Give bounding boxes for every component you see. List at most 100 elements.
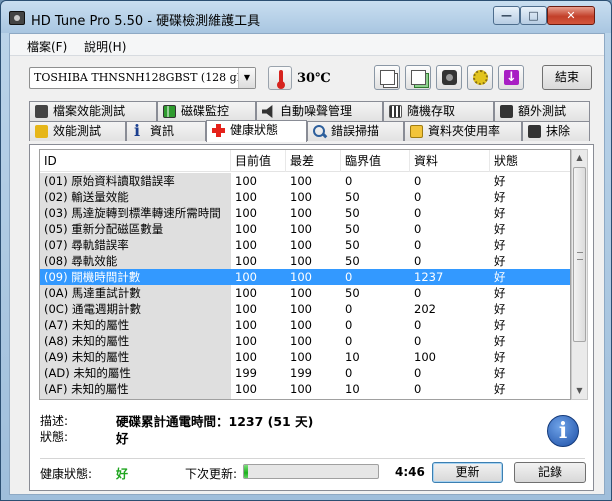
column-header-data[interactable]: 資料 bbox=[410, 150, 490, 172]
refresh-button[interactable]: 更新 bbox=[432, 462, 503, 483]
column-header-id[interactable]: ID bbox=[40, 150, 231, 172]
cell-attribute: (09) 開機時間計數 bbox=[44, 270, 141, 284]
cell-data: 0 bbox=[414, 366, 422, 380]
tab-noise-management[interactable]: 自動噪聲管理 bbox=[256, 101, 383, 121]
tab-random-access[interactable]: 隨機存取 bbox=[383, 101, 494, 121]
cell-data: 1237 bbox=[414, 270, 444, 284]
drive-select[interactable]: TOSHIBA THNSNH128GBST (128 gB) ▼ bbox=[29, 67, 256, 89]
scroll-up-icon[interactable]: ▲ bbox=[572, 150, 587, 166]
cell-worst: 100 bbox=[290, 286, 312, 300]
cell-threshold: 50 bbox=[345, 238, 360, 252]
cell-attribute: (0C) 通電週期計數 bbox=[40, 301, 231, 317]
exit-button[interactable]: 結束 bbox=[542, 65, 592, 90]
chevron-down-icon[interactable]: ▼ bbox=[238, 68, 255, 88]
cell-current: 100 bbox=[235, 318, 257, 332]
menu-bar: 檔案(F) 說明(H) bbox=[10, 34, 604, 56]
table-row[interactable]: (02) 輸送量效能 100 100 50 0 好 bbox=[40, 189, 570, 205]
close-button[interactable]: ✕ bbox=[547, 6, 595, 25]
tab-error-scan[interactable]: 錯誤掃描 bbox=[307, 121, 404, 141]
tab-benchmark[interactable]: 效能測試 bbox=[29, 121, 126, 141]
cell-status: 好 bbox=[494, 174, 506, 188]
tab-erase[interactable]: 抹除 bbox=[522, 121, 590, 141]
tab-folder-usage[interactable]: 資料夾使用率 bbox=[404, 121, 522, 141]
table-row[interactable]: (C0) 不安全關閉計數10010008好 bbox=[40, 397, 570, 399]
cell-status: 好 bbox=[494, 286, 506, 300]
cell-worst: 100 bbox=[290, 222, 312, 236]
cell-data: 0 bbox=[414, 318, 422, 332]
table-row[interactable]: (A8) 未知的屬性 100 100 0 0 好 bbox=[40, 333, 570, 349]
table-row[interactable]: (A7) 未知的屬性 100 100 0 0 好 bbox=[40, 317, 570, 333]
title-bar[interactable]: HD Tune Pro 5.50 - 硬碟檢測維護工具 — □ ✕ bbox=[1, 1, 611, 33]
extra-tests-icon bbox=[500, 105, 513, 118]
table-header: ID 目前值 最差 臨界值 資料 狀態 bbox=[40, 150, 570, 172]
info-icon bbox=[132, 121, 145, 140]
table-row[interactable]: (A9) 未知的屬性 100 100 10 100 好 bbox=[40, 349, 570, 365]
cell-status: 好 bbox=[494, 382, 506, 396]
cell-current: 100 bbox=[235, 222, 257, 236]
tab-disk-monitor[interactable]: 磁碟監控 bbox=[157, 101, 256, 121]
cell-threshold: 0 bbox=[341, 397, 410, 399]
description-value: 硬碟累計通電時間：1237 (51 天) bbox=[116, 414, 314, 429]
cell-current: 100 bbox=[235, 350, 257, 364]
client-area: 檔案(F) 說明(H) TOSHIBA THNSNH128GBST (128 g… bbox=[9, 33, 605, 495]
cell-current: 199 bbox=[235, 366, 257, 380]
menu-help[interactable]: 說明(H) bbox=[84, 38, 126, 55]
cell-worst: 100 bbox=[290, 190, 312, 204]
minimize-button[interactable]: — bbox=[493, 6, 520, 25]
menu-file[interactable]: 檔案(F) bbox=[27, 38, 67, 55]
cell-current: 100 bbox=[235, 270, 257, 284]
copy-screenshot-button[interactable] bbox=[405, 65, 431, 90]
description-label: 描述: bbox=[40, 414, 69, 428]
maximize-button[interactable]: □ bbox=[520, 6, 547, 25]
cell-threshold: 50 bbox=[345, 190, 360, 204]
table-row[interactable]: (08) 尋軌效能 100 100 50 0 好 bbox=[40, 253, 570, 269]
save-button[interactable]: ↓ bbox=[498, 65, 524, 90]
cell-threshold: 0 bbox=[345, 302, 353, 316]
table-row[interactable]: (03) 馬達旋轉到標準轉速所需時間 100 100 50 0 好 bbox=[40, 205, 570, 221]
cell-data: 0 bbox=[414, 334, 422, 348]
column-header-worst[interactable]: 最差 bbox=[286, 150, 341, 172]
table-row[interactable]: (AD) 未知的屬性 199 199 0 0 好 bbox=[40, 365, 570, 381]
cell-threshold: 50 bbox=[345, 206, 360, 220]
cell-attribute: (C0) 不安全關閉計數 bbox=[40, 397, 231, 399]
options-button[interactable] bbox=[467, 65, 493, 90]
scroll-thumb[interactable] bbox=[573, 167, 586, 342]
table-scrollbar[interactable]: ▲ ▼ bbox=[571, 149, 588, 400]
cell-worst: 100 bbox=[290, 350, 312, 364]
cell-attribute: (05) 重新分配磁區數量 bbox=[40, 221, 231, 237]
table-row[interactable]: (0A) 馬達重試計數 100 100 50 0 好 bbox=[40, 285, 570, 301]
copy-text-button[interactable] bbox=[374, 65, 400, 90]
scroll-down-icon[interactable]: ▼ bbox=[572, 383, 587, 399]
tab-info[interactable]: 資訊 bbox=[126, 121, 206, 141]
cell-attribute: (AF) 未知的屬性 bbox=[40, 381, 231, 397]
cell-data: 0 bbox=[414, 174, 422, 188]
column-header-status[interactable]: 狀態 bbox=[490, 150, 570, 172]
log-button[interactable]: 記錄 bbox=[514, 462, 586, 483]
info-button-icon[interactable]: i bbox=[547, 415, 579, 447]
camera-icon bbox=[442, 70, 457, 85]
table-row[interactable]: (0C) 通電週期計數 100 100 0 202 好 bbox=[40, 301, 570, 317]
cell-current: 100 bbox=[235, 254, 257, 268]
drive-select-value: TOSHIBA THNSNH128GBST (128 gB) bbox=[34, 71, 250, 84]
cell-worst: 100 bbox=[290, 302, 312, 316]
tab-extra-tests[interactable]: 額外測試 bbox=[494, 101, 590, 121]
speaker-icon bbox=[262, 105, 273, 118]
table-row[interactable]: (07) 尋軌錯誤率 100 100 50 0 好 bbox=[40, 237, 570, 253]
column-header-current[interactable]: 目前值 bbox=[231, 150, 286, 172]
table-row[interactable]: (01) 原始資料讀取錯誤率 100 100 0 0 好 bbox=[40, 173, 570, 189]
table-row[interactable]: (09) 開機時間計數 100 100 0 1237 好 bbox=[40, 269, 570, 285]
file-benchmark-icon bbox=[35, 105, 48, 118]
table-row[interactable]: (AF) 未知的屬性 100 100 10 0 好 bbox=[40, 381, 570, 397]
tab-health[interactable]: 健康狀態 bbox=[206, 120, 307, 142]
cell-threshold: 0 bbox=[345, 366, 353, 380]
screenshot-button[interactable] bbox=[436, 65, 462, 90]
cell-status: 好 bbox=[494, 190, 506, 204]
tab-file-benchmark[interactable]: 檔案效能測試 bbox=[29, 101, 157, 121]
cell-attribute: (AD) 未知的屬性 bbox=[40, 365, 231, 381]
table-row[interactable]: (05) 重新分配磁區數量 100 100 50 0 好 bbox=[40, 221, 570, 237]
trash-icon bbox=[528, 125, 541, 138]
cell-status: 好 bbox=[494, 318, 506, 332]
app-window: HD Tune Pro 5.50 - 硬碟檢測維護工具 — □ ✕ 檔案(F) … bbox=[0, 0, 612, 501]
column-header-threshold[interactable]: 臨界值 bbox=[341, 150, 410, 172]
cell-worst: 100 bbox=[290, 206, 312, 220]
